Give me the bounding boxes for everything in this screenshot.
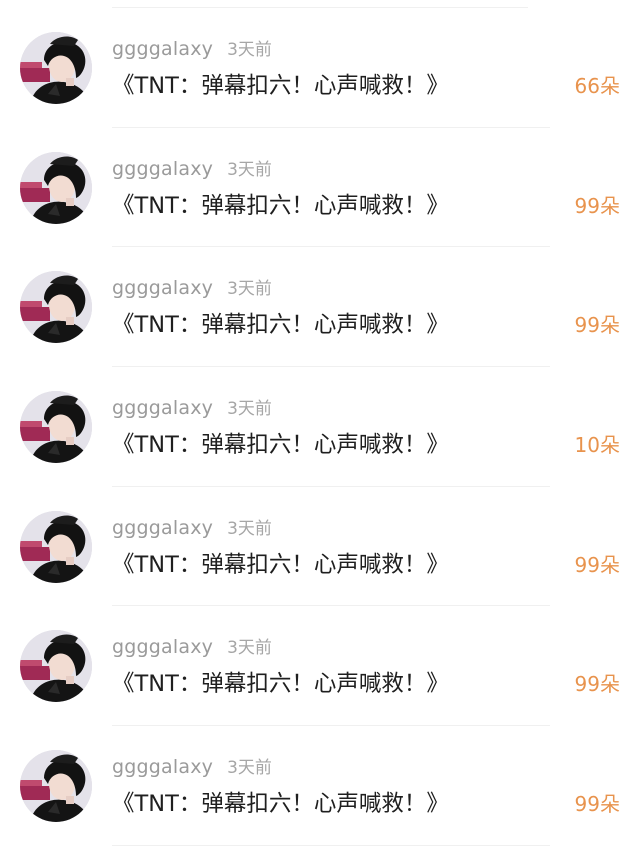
avatar[interactable] <box>20 510 92 583</box>
list-item[interactable]: ggggalaxy 3天前 《TNT：弹幕扣六！心声喊救！》 99朵 <box>0 128 640 248</box>
username[interactable]: ggggalaxy <box>112 38 213 60</box>
row-meta: ggggalaxy 3天前 <box>112 395 272 421</box>
message-text: 《TNT：弹幕扣六！心声喊救！》 <box>112 73 449 99</box>
list-item[interactable]: ggggalaxy 3天前 《TNT：弹幕扣六！心声喊救！》 66朵 <box>0 8 640 128</box>
timestamp: 3天前 <box>227 638 272 659</box>
avatar[interactable] <box>20 151 92 224</box>
username[interactable]: ggggalaxy <box>112 397 213 419</box>
list-item[interactable]: ggggalaxy 3天前 《TNT：弹幕扣六！心声喊救！》 99朵 <box>0 726 640 846</box>
row-divider <box>112 844 550 846</box>
row-meta: ggggalaxy 3天前 <box>112 515 272 541</box>
avatar[interactable] <box>20 391 92 464</box>
gift-count: 99朵 <box>574 672 620 697</box>
user-avatar-icon <box>20 151 92 224</box>
gift-list: ggggalaxy 3天前 《TNT：弹幕扣六！心声喊救！》 66朵 gggga… <box>0 8 640 846</box>
avatar[interactable] <box>20 630 92 703</box>
gift-count: 99朵 <box>574 552 620 577</box>
row-meta: ggggalaxy 3天前 <box>112 36 272 62</box>
message-text: 《TNT：弹幕扣六！心声喊救！》 <box>112 551 449 578</box>
list-item[interactable]: ggggalaxy 3天前 《TNT：弹幕扣六！心声喊救！》 10朵 <box>0 367 640 487</box>
username[interactable]: ggggalaxy <box>112 756 213 778</box>
gift-count: 10朵 <box>574 433 620 458</box>
message-text: 《TNT：弹幕扣六！心声喊救！》 <box>112 791 449 818</box>
list-item[interactable]: ggggalaxy 3天前 《TNT：弹幕扣六！心声喊救！》 99朵 <box>0 606 640 727</box>
gift-count: 99朵 <box>574 792 620 817</box>
user-avatar-icon <box>20 630 92 703</box>
user-avatar-icon <box>20 750 92 823</box>
row-meta: ggggalaxy 3天前 <box>112 634 272 660</box>
username[interactable]: ggggalaxy <box>112 158 213 180</box>
message-text: 《TNT：弹幕扣六！心声喊救！》 <box>112 432 449 459</box>
message-text: 《TNT：弹幕扣六！心声喊救！》 <box>112 192 449 219</box>
user-avatar-icon <box>20 510 92 583</box>
user-avatar-icon <box>20 271 92 344</box>
list-item[interactable]: ggggalaxy 3天前 《TNT：弹幕扣六！心声喊救！》 99朵 <box>0 247 640 368</box>
gift-count: 99朵 <box>574 193 620 218</box>
timestamp: 3天前 <box>227 758 272 779</box>
timestamp: 3天前 <box>227 279 272 300</box>
message-text: 《TNT：弹幕扣六！心声喊救！》 <box>112 671 449 698</box>
avatar[interactable] <box>20 750 92 823</box>
timestamp: 3天前 <box>227 518 272 539</box>
list-item[interactable]: ggggalaxy 3天前 《TNT：弹幕扣六！心声喊救！》 99朵 <box>0 487 640 607</box>
user-avatar-icon <box>20 391 92 464</box>
avatar[interactable] <box>20 271 92 344</box>
username[interactable]: ggggalaxy <box>112 636 213 658</box>
gift-count: 99朵 <box>574 313 620 338</box>
username[interactable]: ggggalaxy <box>112 517 213 539</box>
timestamp: 3天前 <box>227 40 272 60</box>
message-text: 《TNT：弹幕扣六！心声喊救！》 <box>112 312 449 339</box>
timestamp: 3天前 <box>227 399 272 420</box>
gift-count: 66朵 <box>574 74 620 98</box>
timestamp: 3天前 <box>227 159 272 180</box>
user-avatar-icon <box>20 32 92 104</box>
avatar[interactable] <box>20 32 92 104</box>
username[interactable]: ggggalaxy <box>112 277 213 299</box>
row-meta: ggggalaxy 3天前 <box>112 275 272 301</box>
row-meta: ggggalaxy 3天前 <box>112 156 272 182</box>
row-meta: ggggalaxy 3天前 <box>112 754 272 780</box>
